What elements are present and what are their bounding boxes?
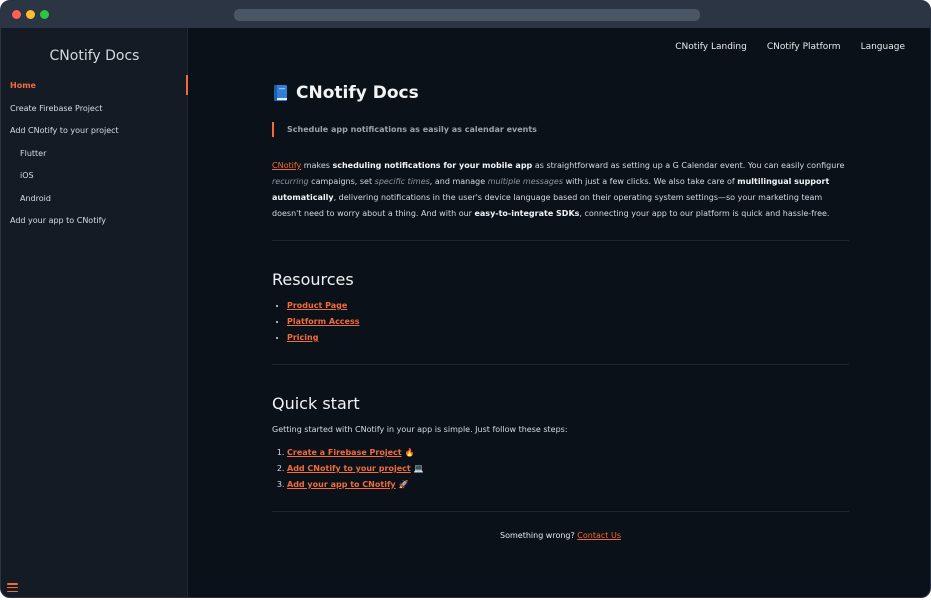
intro-paragraph: CNotify makes scheduling notifications f… bbox=[272, 161, 845, 218]
address-bar[interactable] bbox=[234, 9, 700, 21]
sidebar: CNotify Docs Home Create Firebase Projec… bbox=[1, 28, 188, 597]
list-item: Product Page bbox=[287, 298, 849, 314]
sidebar-item-android[interactable]: Android bbox=[1, 188, 188, 211]
tagline: Schedule app notifications as easily as … bbox=[272, 122, 849, 137]
browser-window: CNotify Docs Home Create Firebase Projec… bbox=[0, 0, 931, 598]
divider bbox=[272, 511, 849, 512]
list-item: Add CNotify to your project💻 bbox=[287, 461, 849, 477]
sidebar-title[interactable]: CNotify Docs bbox=[1, 48, 188, 64]
page-title: CNotify Docs bbox=[272, 79, 849, 107]
top-nav-language-link[interactable]: Language bbox=[861, 42, 905, 52]
resources-heading: Resources bbox=[272, 270, 354, 289]
divider bbox=[272, 240, 849, 241]
step-create-firebase-link[interactable]: Create a Firebase Project bbox=[287, 448, 402, 457]
fire-icon: 🔥 bbox=[404, 448, 415, 457]
platform-access-link[interactable]: Platform Access bbox=[287, 317, 360, 326]
resources-list: Product Page Platform Access Pricing bbox=[272, 298, 849, 346]
menu-icon[interactable] bbox=[7, 582, 18, 593]
top-nav-platform-link[interactable]: CNotify Platform bbox=[767, 42, 841, 52]
top-nav-landing-link[interactable]: CNotify Landing bbox=[675, 42, 747, 52]
step-add-cnotify-link[interactable]: Add CNotify to your project bbox=[287, 464, 411, 473]
sidebar-item-home[interactable]: Home bbox=[1, 75, 188, 98]
quickstart-heading: Quick start bbox=[272, 394, 360, 413]
product-page-link[interactable]: Product Page bbox=[287, 301, 347, 310]
rocket-icon: 🚀 bbox=[398, 480, 409, 489]
sidebar-item-add-your-app[interactable]: Add your app to CNotify bbox=[1, 210, 188, 233]
cnotify-link[interactable]: CNotify bbox=[272, 161, 301, 170]
laptop-icon: 💻 bbox=[413, 464, 424, 473]
pricing-link[interactable]: Pricing bbox=[287, 333, 318, 342]
divider bbox=[272, 364, 849, 365]
title-bar bbox=[1, 1, 930, 28]
sidebar-nav: Home Create Firebase Project Add CNotify… bbox=[1, 75, 188, 233]
sidebar-item-add-cnotify[interactable]: Add CNotify to your project bbox=[1, 120, 188, 143]
contact-us-link[interactable]: Contact Us bbox=[577, 531, 621, 540]
main-content: CNotify Docs Schedule app notifications … bbox=[272, 79, 849, 540]
footer: Something wrong? Contact Us bbox=[272, 531, 849, 540]
step-add-app-link[interactable]: Add your app to CNotify bbox=[287, 480, 396, 489]
sidebar-item-ios[interactable]: iOS bbox=[1, 165, 188, 188]
book-icon bbox=[272, 84, 290, 102]
minimize-window-button[interactable] bbox=[26, 10, 35, 19]
sidebar-item-create-firebase-project[interactable]: Create Firebase Project bbox=[1, 98, 188, 121]
maximize-window-button[interactable] bbox=[40, 10, 49, 19]
close-window-button[interactable] bbox=[12, 10, 21, 19]
list-item: Platform Access bbox=[287, 314, 849, 330]
list-item: Add your app to CNotify🚀 bbox=[287, 477, 849, 493]
page-title-text: CNotify Docs bbox=[296, 83, 419, 103]
quickstart-steps: Create a Firebase Project🔥 Add CNotify t… bbox=[272, 445, 849, 493]
footer-text: Something wrong? bbox=[500, 531, 578, 540]
top-nav: CNotify Landing CNotify Platform Languag… bbox=[675, 42, 905, 52]
sidebar-item-flutter[interactable]: Flutter bbox=[1, 143, 188, 166]
quickstart-intro: Getting started with CNotify in your app… bbox=[272, 425, 568, 434]
list-item: Pricing bbox=[287, 330, 849, 346]
list-item: Create a Firebase Project🔥 bbox=[287, 445, 849, 461]
